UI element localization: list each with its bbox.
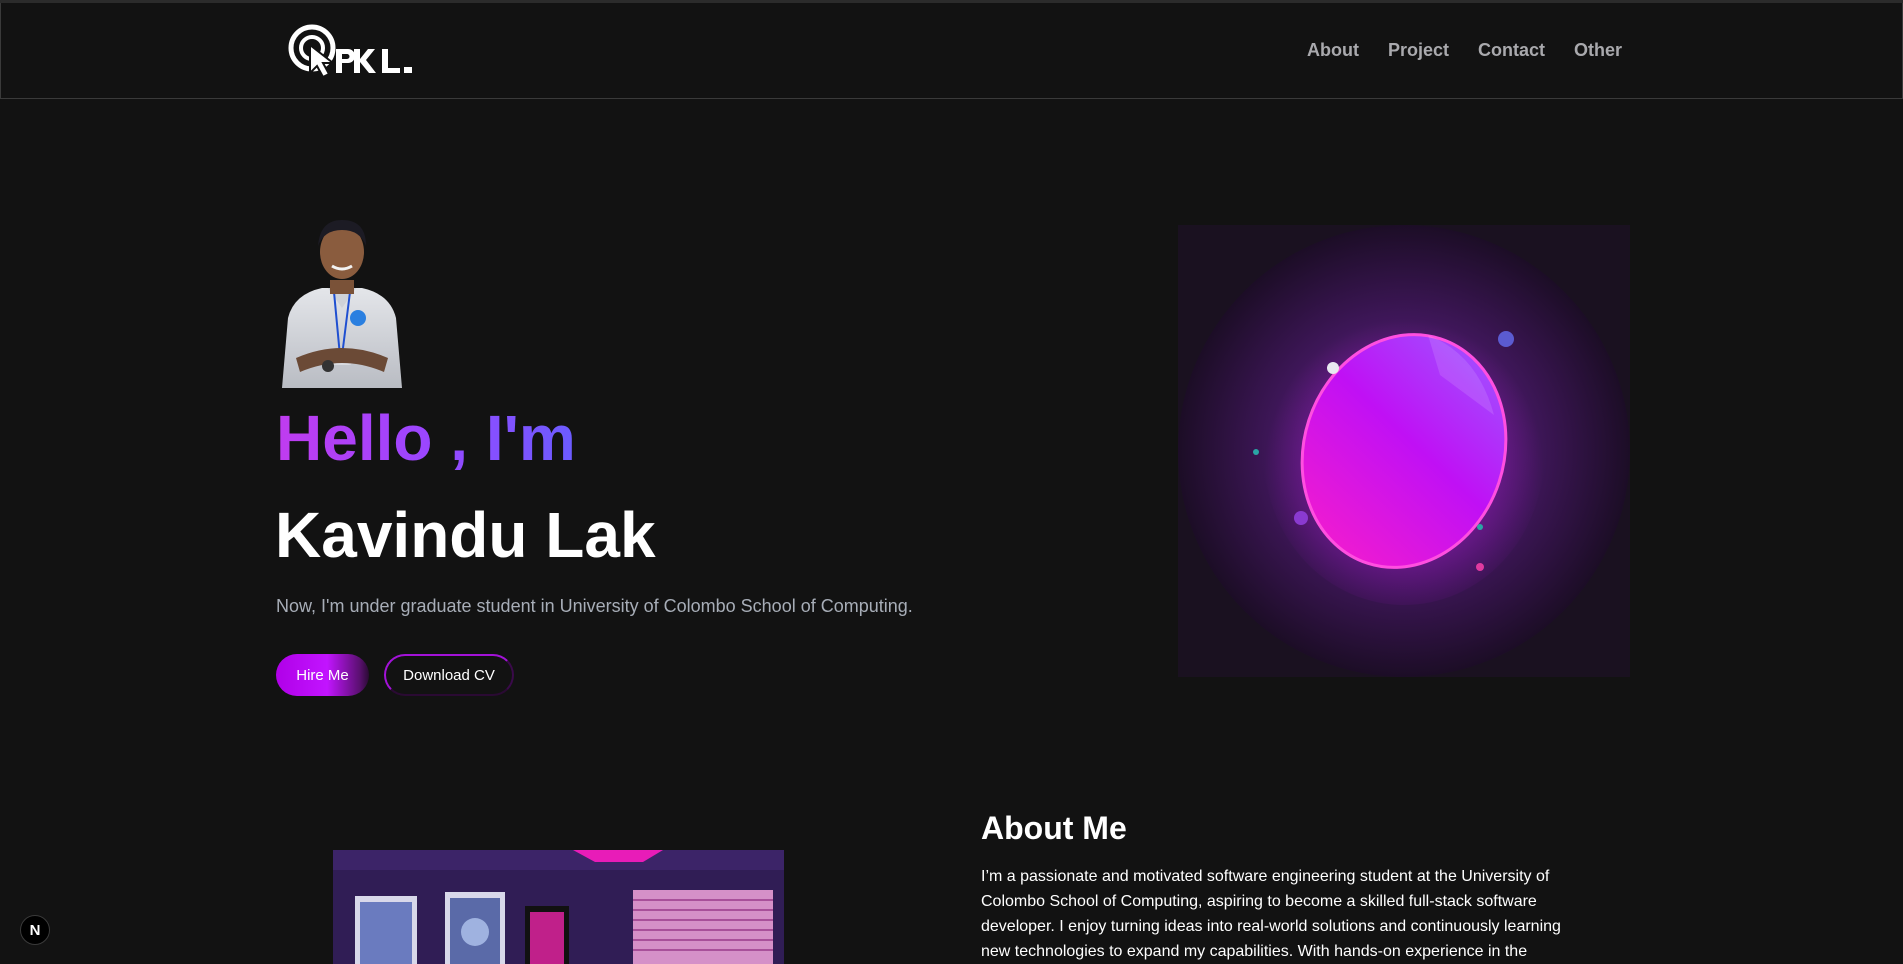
main-nav: About Project Contact Other	[1307, 40, 1622, 61]
about-line: Colombo School of Computing, aspiring to…	[981, 893, 1537, 910]
profile-photo	[278, 208, 406, 388]
about-line: new technologies to expand my capabiliti…	[981, 943, 1528, 960]
next-badge-label: N	[29, 921, 41, 939]
nav-other[interactable]: Other	[1574, 40, 1622, 61]
hire-me-button[interactable]: Hire Me	[276, 654, 369, 696]
hero-illustration	[1178, 225, 1630, 677]
about-illustration	[333, 850, 784, 964]
hero-greeting: Hello , I'm	[276, 402, 576, 474]
hero-name: Kavindu Lak	[275, 499, 656, 571]
cursor-logo-icon	[288, 24, 412, 79]
hero-subtitle: Now, I'm under graduate student in Unive…	[276, 596, 913, 616]
about-heading: About Me	[981, 810, 1127, 846]
nav-about[interactable]: About	[1307, 40, 1359, 61]
about-line: I’m a passionate and motivated software …	[981, 868, 1550, 885]
navbar: About Project Contact Other	[0, 3, 1903, 99]
about-line: developer. I enjoy turning ideas into re…	[981, 918, 1561, 935]
logo[interactable]	[288, 21, 416, 79]
next-badge-icon[interactable]: N	[20, 915, 50, 945]
download-cv-button[interactable]: Download CV	[384, 654, 514, 696]
about-paragraph: I’m a passionate and motivated software …	[981, 864, 1581, 964]
nav-contact[interactable]: Contact	[1478, 40, 1545, 61]
nav-project[interactable]: Project	[1388, 40, 1449, 61]
